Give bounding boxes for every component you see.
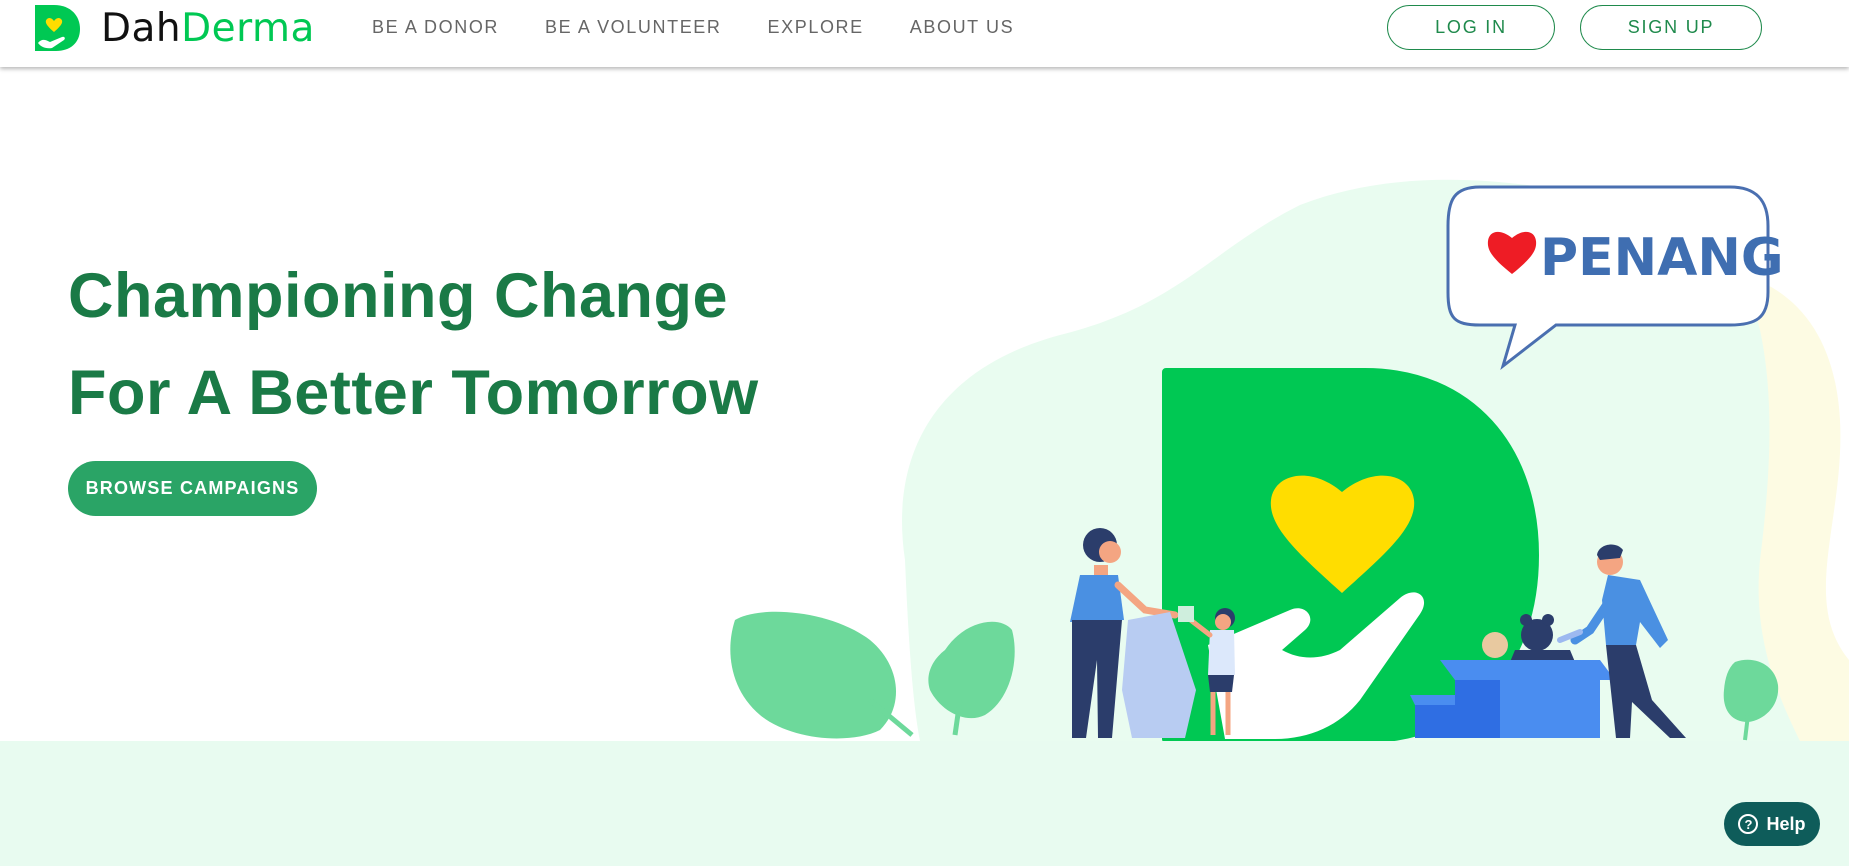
- speech-bubble-text: PENANG: [1540, 228, 1784, 288]
- hero-illustration: PENANG: [730, 179, 1849, 741]
- logo-wordmark: DahDerma: [101, 9, 315, 48]
- nav-be-a-donor[interactable]: BE A DONOR: [372, 17, 499, 38]
- help-label: Help: [1766, 813, 1806, 834]
- main-nav: BE A DONOR BE A VOLUNTEER EXPLORE ABOUT …: [372, 0, 1060, 55]
- hero-title: Championing Change For A Better Tomorrow: [68, 248, 759, 442]
- logo-text-dah: Dah: [101, 5, 182, 51]
- signup-button[interactable]: SIGN UP: [1580, 5, 1762, 50]
- help-button[interactable]: ? Help: [1724, 802, 1820, 846]
- nav-be-a-volunteer[interactable]: BE A VOLUNTEER: [545, 17, 721, 38]
- dahderma-logo-icon: [35, 5, 80, 51]
- nav-about-us[interactable]: ABOUT US: [910, 17, 1015, 38]
- mint-footer-band: [0, 741, 1849, 866]
- top-navbar: DahDerma BE A DONOR BE A VOLUNTEER EXPLO…: [0, 0, 1849, 67]
- question-circle-icon: ?: [1738, 814, 1759, 834]
- hero-title-line-1: Championing Change: [68, 261, 728, 331]
- logo-text-derma: Derma: [181, 5, 315, 51]
- nav-explore[interactable]: EXPLORE: [768, 17, 864, 38]
- logo-link[interactable]: DahDerma: [32, 3, 315, 53]
- login-button[interactable]: LOG IN: [1387, 5, 1555, 50]
- browse-campaigns-button[interactable]: BROWSE CAMPAIGNS: [68, 461, 317, 516]
- hero-title-line-2: For A Better Tomorrow: [68, 358, 759, 428]
